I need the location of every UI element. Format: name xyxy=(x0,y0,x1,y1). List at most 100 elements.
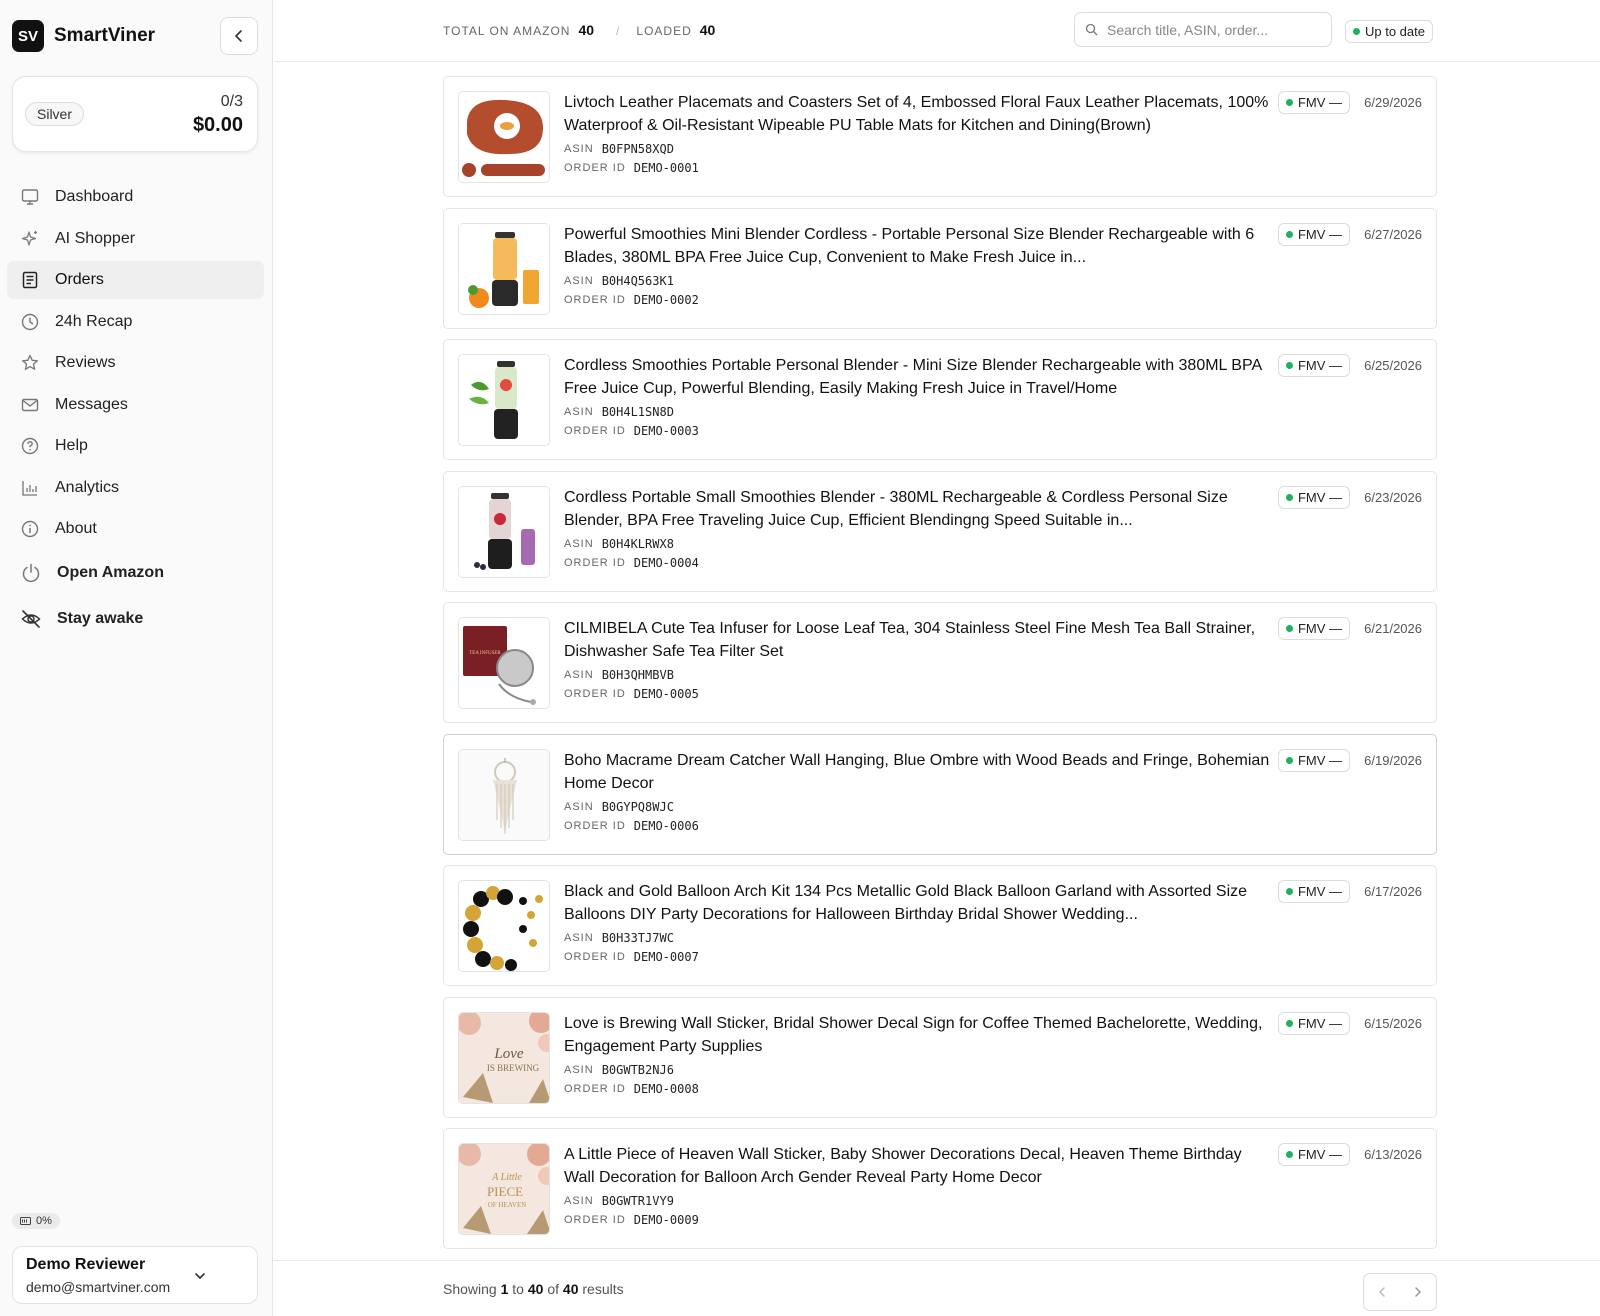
asin-value[interactable]: B0H33TJ7WC xyxy=(602,931,674,945)
status-dot xyxy=(1285,625,1293,632)
order-card[interactable]: Boho Macrame Dream Catcher Wall Hanging,… xyxy=(443,733,1437,855)
fmv-badge[interactable]: FMV — xyxy=(1277,485,1350,509)
open-amazon-button[interactable]: Open Amazon xyxy=(20,562,164,584)
order-id-label: ORDER ID xyxy=(564,1214,626,1226)
order-id-value[interactable]: DEMO-0009 xyxy=(634,1213,699,1227)
status-dot xyxy=(1285,1019,1293,1027)
sidebar-item-24h-recap[interactable]: 24h Recap xyxy=(7,303,264,341)
orders-header: TOTAL ON AMAZON 40 / LOADED 40 Up to dat… xyxy=(274,0,1600,62)
order-card[interactable]: Powerful Smoothies Mini Blender Cordless… xyxy=(443,207,1437,329)
tier-card: Silver 0/3 $0.00 xyxy=(12,76,258,152)
order-card[interactable]: A Little PIECE OF HEAVEN A Little Piece of… xyxy=(443,1128,1437,1249)
sidebar-item-analytics[interactable]: Analytics xyxy=(7,469,264,507)
asin-value[interactable]: B0H4Q563K1 xyxy=(602,274,674,288)
order-card[interactable]: Love IS BREWING Love is Brewing Wall Stic… xyxy=(443,996,1437,1118)
total-label: TOTAL ON AMAZON xyxy=(443,24,571,38)
order-id-row: ORDER ID DEMO-0001 xyxy=(564,161,699,175)
stay-awake-label: Stay awake xyxy=(57,610,144,627)
prev-page-button[interactable] xyxy=(1375,1285,1389,1299)
brand-logo: SV xyxy=(12,20,44,52)
order-id-value[interactable]: DEMO-0003 xyxy=(634,424,699,438)
order-title: A Little Piece of Heaven Wall Sticker, B… xyxy=(564,1146,1242,1186)
product-image xyxy=(458,880,550,972)
fmv-label: FMV — xyxy=(1297,1015,1342,1031)
order-id-row: ORDER ID DEMO-0002 xyxy=(564,293,699,307)
order-id-label: ORDER ID xyxy=(564,556,626,569)
asin-row: ASIN B0H4L1SN8D xyxy=(564,405,674,419)
product-image xyxy=(458,354,550,446)
user-menu[interactable]: Demo Reviewer demo@smartviner.com xyxy=(12,1246,258,1304)
order-card[interactable]: Livtoch Leather Placemats and Coasters S… xyxy=(443,76,1437,197)
order-id-row: ORDER ID DEMO-0008 xyxy=(564,1082,699,1096)
sidebar-item-ai-shopper[interactable]: AI Shopper xyxy=(7,220,264,258)
sidebar-item-orders[interactable]: Orders xyxy=(7,261,264,299)
sidebar-item-about[interactable]: About xyxy=(7,510,264,548)
asin-value[interactable]: B0GWTB2NJ6 xyxy=(602,1063,674,1077)
asin-value[interactable]: B0FPN58XQD xyxy=(602,142,674,156)
fmv-badge[interactable]: FMV — xyxy=(1277,222,1350,246)
fmv-badge[interactable]: FMV — xyxy=(1277,91,1350,114)
sidebar-item-help[interactable]: Help xyxy=(7,427,264,465)
asin-value[interactable]: B0H4L1SN8D xyxy=(602,405,674,419)
order-date: 6/25/2026 xyxy=(1364,358,1422,373)
sidebar-item-label: Reviews xyxy=(55,354,116,371)
order-id-value[interactable]: DEMO-0008 xyxy=(634,1082,699,1096)
next-page-button[interactable] xyxy=(1411,1285,1425,1299)
order-id-value[interactable]: DEMO-0002 xyxy=(634,293,699,307)
search-input[interactable] xyxy=(1107,21,1317,38)
order-id-row: ORDER ID DEMO-0005 xyxy=(564,687,699,701)
asin-row: ASIN B0H4Q563K1 xyxy=(564,274,674,288)
mail-icon xyxy=(20,395,40,415)
fmv-badge[interactable]: FMV — xyxy=(1277,880,1350,903)
order-date: 6/15/2026 xyxy=(1364,1015,1422,1031)
order-title: CILMIBELA Cute Tea Infuser for Loose Lea… xyxy=(564,620,1256,660)
stay-awake-toggle[interactable]: Stay awake xyxy=(20,608,143,630)
sidebar-item-label: Messages xyxy=(55,395,128,413)
sidebar-item-label: About xyxy=(55,520,97,537)
asin-row: ASIN B0GWTR1VY9 xyxy=(564,1194,674,1208)
sidebar-item-messages[interactable]: Messages xyxy=(7,386,264,424)
sidebar-item-dashboard[interactable]: Dashboard xyxy=(7,178,264,216)
sidebar-item-reviews[interactable]: Reviews xyxy=(7,344,264,382)
asin-value[interactable]: B0GWTR1VY9 xyxy=(602,1194,674,1208)
order-id-value[interactable]: DEMO-0005 xyxy=(634,687,699,701)
open-amazon-label: Open Amazon xyxy=(57,564,164,581)
loaded-value: 40 xyxy=(699,22,716,38)
order-id-row: ORDER ID DEMO-0003 xyxy=(564,424,699,438)
orders-list: Livtoch Leather Placemats and Coasters S… xyxy=(443,76,1437,1260)
fmv-badge[interactable]: FMV — xyxy=(1277,1011,1350,1035)
sparkles-icon xyxy=(20,229,40,249)
sidebar-item-label: Dashboard xyxy=(55,188,134,205)
asin-row: ASIN B0GWTB2NJ6 xyxy=(564,1063,674,1077)
asin-label: ASIN xyxy=(564,800,594,813)
order-id-value[interactable]: DEMO-0007 xyxy=(634,950,699,964)
range-from: 1 xyxy=(500,1281,509,1297)
collapse-sidebar-button[interactable] xyxy=(220,17,258,55)
status-dot xyxy=(1285,756,1293,764)
brand[interactable]: SV SmartViner xyxy=(12,20,155,52)
asin-value[interactable]: B0H4KLRWX8 xyxy=(602,537,674,551)
results-total: 40 xyxy=(562,1281,579,1297)
asin-value[interactable]: B0H3QHMBVB xyxy=(602,668,674,682)
order-id-value[interactable]: DEMO-0004 xyxy=(634,556,699,570)
fmv-badge[interactable]: FMV — xyxy=(1277,748,1350,772)
order-id-value[interactable]: DEMO-0001 xyxy=(634,161,699,175)
fmv-badge[interactable]: FMV — xyxy=(1277,354,1350,377)
order-date: 6/23/2026 xyxy=(1364,489,1422,505)
fmv-badge[interactable]: FMV — xyxy=(1277,617,1350,640)
search-box[interactable] xyxy=(1074,12,1332,47)
order-card[interactable]: Cordless Smoothies Portable Personal Ble… xyxy=(443,339,1437,460)
order-card[interactable]: Black and Gold Balloon Arch Kit 134 Pcs … xyxy=(443,865,1437,986)
fmv-label: FMV — xyxy=(1297,226,1342,242)
order-card[interactable]: Cordless Portable Small Smoothies Blende… xyxy=(443,470,1437,592)
status-dot xyxy=(1285,230,1293,238)
svg-text:OF HEAVEN: OF HEAVEN xyxy=(488,1201,527,1209)
order-id-value[interactable]: DEMO-0006 xyxy=(634,819,699,833)
asin-value[interactable]: B0GYPQ8WJC xyxy=(602,800,674,814)
asin-row: ASIN B0FPN58XQD xyxy=(564,142,674,156)
usage-badge: 0% xyxy=(12,1213,60,1229)
order-card[interactable]: TEA INFUSER CILMIBELA Cute Tea Infuser f… xyxy=(443,602,1437,723)
user-name: Demo Reviewer xyxy=(26,1256,146,1273)
fmv-label: FMV — xyxy=(1297,621,1342,636)
fmv-badge[interactable]: FMV — xyxy=(1277,1143,1350,1166)
